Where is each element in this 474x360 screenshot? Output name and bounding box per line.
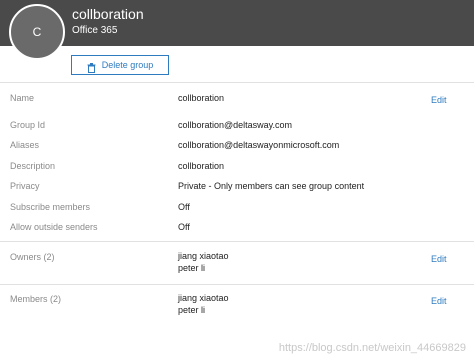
members-label: Members (2) (10, 294, 62, 304)
member-item: peter li (178, 305, 206, 315)
divider (0, 284, 474, 285)
edit-members-link[interactable]: Edit (431, 296, 447, 306)
divider (0, 82, 474, 83)
avatar-letter: C (32, 25, 42, 39)
group-title: collboration (72, 6, 144, 22)
group-id-value: collboration@deltasway.com (178, 120, 293, 130)
aliases-value: collboration@deltaswayonmicrosoft.com (178, 140, 340, 150)
divider (0, 241, 474, 242)
description-label: Description (10, 161, 56, 171)
name-label: Name (10, 93, 35, 103)
owners-label: Owners (2) (10, 252, 55, 262)
owner-item: jiang xiaotao (178, 251, 229, 261)
name-value: collboration (178, 93, 225, 103)
trash-icon (87, 60, 96, 73)
member-item: jiang xiaotao (178, 293, 229, 303)
group-subtitle: Office 365 (72, 25, 118, 36)
privacy-label: Privacy (10, 181, 40, 191)
edit-name-link[interactable]: Edit (431, 95, 447, 105)
owner-item: peter li (178, 263, 206, 273)
allow-outside-senders-value: Off (178, 222, 190, 232)
watermark: https://blog.csdn.net/weixin_44669829 (278, 342, 466, 354)
delete-group-label: Delete group (101, 60, 154, 70)
edit-owners-link[interactable]: Edit (431, 254, 447, 264)
description-value: collboration (178, 161, 225, 171)
subscribe-members-value: Off (178, 202, 190, 212)
aliases-label: Aliases (10, 140, 40, 150)
group-avatar: C (9, 4, 65, 60)
allow-outside-senders-label: Allow outside senders (10, 222, 98, 232)
subscribe-members-label: Subscribe members (10, 202, 91, 212)
group-id-label: Group Id (10, 120, 46, 130)
privacy-value: Private - Only members can see group con… (178, 181, 365, 191)
delete-group-button[interactable]: Delete group (71, 55, 169, 75)
